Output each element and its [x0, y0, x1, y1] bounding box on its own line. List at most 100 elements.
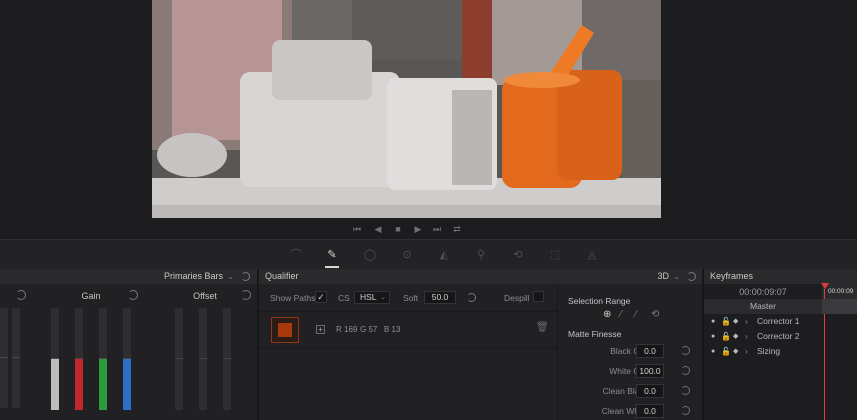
ruler-timecode: 00:00:09: [828, 288, 854, 295]
keyframe-row-corrector-2[interactable]: ● 🔓 ◆ › Corrector 2: [704, 329, 857, 344]
3d-tool-icon[interactable]: ⬚: [543, 240, 567, 270]
add-sample-icon[interactable]: +: [316, 325, 325, 334]
skip-to-start-icon[interactable]: ⏮: [349, 219, 365, 239]
stop-icon[interactable]: ■: [390, 219, 406, 239]
sample-b-value: B 13: [384, 325, 401, 334]
skip-to-end-icon[interactable]: ⏭: [429, 219, 445, 239]
play-reverse-icon[interactable]: ◀: [370, 219, 386, 239]
qualifier-eyedropper-icon[interactable]: ✎: [320, 240, 344, 270]
matte-finesse-label: Matte Finesse: [568, 329, 622, 339]
despill-label: Despill: [504, 293, 530, 303]
loop-icon[interactable]: ⇄: [449, 219, 465, 239]
trash-icon[interactable]: 🗑: [536, 322, 549, 333]
invert-icon[interactable]: ⟲: [651, 309, 659, 320]
lock-icon[interactable]: 🔓: [721, 329, 731, 344]
primaries-mode-label[interactable]: Primaries Bars: [164, 269, 223, 284]
lock-icon[interactable]: 🔓: [721, 344, 731, 359]
show-paths-label: Show Paths: [270, 293, 316, 303]
clean-white-input[interactable]: 0.0: [636, 404, 664, 418]
qualifier-mode[interactable]: 3D: [657, 269, 669, 284]
cs-select[interactable]: HSL ⌄: [354, 291, 390, 304]
qualifier-header: Qualifier 3D ⌄: [259, 269, 702, 284]
expand-chevron-icon[interactable]: ›: [745, 314, 748, 329]
cs-label: CS: [338, 293, 350, 303]
lift-y-bar[interactable]: [0, 308, 8, 408]
keyframe-row-corrector-1[interactable]: ● 🔓 ◆ › Corrector 1: [704, 314, 857, 329]
show-paths-checkbox[interactable]: ✓: [315, 291, 327, 303]
offset-y-bar[interactable]: [175, 308, 183, 410]
lift-reset-icon[interactable]: [16, 290, 26, 300]
qualifier-controls: Show Paths ✓ CS HSL ⌄ Soft 50.0 Despill: [259, 284, 557, 312]
keyframe-diamond-icon[interactable]: ◆: [733, 314, 738, 329]
curves-tool-icon[interactable]: ⌒: [284, 240, 308, 270]
lock-icon[interactable]: 🔓: [721, 314, 731, 329]
playhead-marker[interactable]: [821, 283, 829, 289]
chevron-down-icon[interactable]: ⌄: [673, 269, 680, 284]
sample-g-value: G 57: [360, 325, 378, 334]
gain-title: Gain: [81, 291, 101, 301]
dot-icon: ●: [711, 333, 716, 340]
palette-toolbar: ⌒ ✎ ◯ ⊙ ◭ ⚲ ⟲ ⬚ ◬: [0, 239, 857, 269]
white-clip-reset-icon[interactable]: [681, 366, 690, 375]
window-tool-icon[interactable]: ◯: [358, 240, 382, 270]
chevron-down-icon[interactable]: ⌄: [227, 269, 234, 284]
blur-tool-icon[interactable]: ◭: [432, 240, 456, 270]
sample-r-value: R 169: [336, 325, 358, 334]
corrector-1-label: Corrector 1: [757, 316, 800, 326]
expand-chevron-icon[interactable]: ›: [745, 329, 748, 344]
expand-chevron-icon[interactable]: ›: [745, 344, 748, 359]
black-clip-input[interactable]: 0.0: [636, 344, 664, 358]
chevron-down-icon: ⌄: [380, 294, 386, 301]
sizing-label: Sizing: [757, 346, 781, 356]
keyframe-diamond-icon[interactable]: ◆: [733, 329, 738, 344]
clean-black-input[interactable]: 0.0: [636, 384, 664, 398]
primaries-panel: Primaries Bars ⌄ Gain Offset: [0, 269, 258, 420]
picker-plus-icon[interactable]: ⁄: [635, 309, 637, 320]
soft-input[interactable]: 50.0: [424, 291, 456, 304]
gain-y-bar[interactable]: [51, 308, 59, 410]
clean-black-reset-icon[interactable]: [681, 386, 690, 395]
corrector-2-label: Corrector 2: [757, 331, 800, 341]
white-clip-input[interactable]: 100.0: [636, 364, 664, 378]
soft-label: Soft: [403, 293, 419, 303]
picker-minus-icon[interactable]: ⁄: [620, 309, 622, 320]
sample-swatch-frame[interactable]: [271, 317, 299, 343]
picker-icon[interactable]: ⊕: [603, 309, 611, 320]
keyframes-header: Keyframes: [704, 269, 857, 284]
gain-b-bar[interactable]: [123, 308, 131, 410]
keyframe-diamond-icon[interactable]: ◆: [733, 344, 738, 359]
keyframe-row-sizing[interactable]: ● 🔓 ◆ › Sizing: [704, 344, 857, 359]
black-clip-reset-icon[interactable]: [681, 346, 690, 355]
play-icon[interactable]: ▶: [410, 219, 426, 239]
offset-reset-icon[interactable]: [241, 290, 251, 300]
tracker-tool-icon[interactable]: ⊙: [395, 240, 419, 270]
lift-r-bar[interactable]: [12, 308, 20, 408]
despill-checkbox[interactable]: [533, 291, 544, 302]
reset-all-icon[interactable]: [241, 272, 250, 281]
gain-reset-icon[interactable]: [128, 290, 138, 300]
master-track: [822, 299, 857, 314]
key-tool-icon[interactable]: ⚲: [469, 240, 493, 270]
offset-r-bar[interactable]: [199, 308, 207, 410]
qualifier-title: Qualifier: [265, 271, 299, 281]
footage-frame: [152, 0, 661, 218]
transport-bar: ⏮ ◀ ■ ▶ ⏭ ⇄: [0, 219, 857, 239]
keyframe-row-master[interactable]: Master: [704, 299, 822, 314]
color-sample-row: + R 169 G 57 B 13 🗑: [259, 313, 557, 348]
offset-g-bar[interactable]: [223, 308, 231, 410]
qualifier-reset-icon[interactable]: [687, 272, 696, 281]
stereo-tool-icon[interactable]: ◬: [580, 240, 604, 270]
soft-reset-icon[interactable]: [467, 293, 476, 302]
master-label: Master: [750, 301, 776, 311]
qualifier-options: Selection Range ⊕ ⁄ ⁄ ⟲ Matte Finesse Bl…: [557, 284, 702, 420]
sizing-tool-icon[interactable]: ⟲: [506, 240, 530, 270]
keyframes-timecode: 00:00:09:07: [739, 287, 787, 297]
clean-white-reset-icon[interactable]: [681, 406, 690, 415]
gain-g-bar[interactable]: [99, 308, 107, 410]
gain-r-bar[interactable]: [75, 308, 83, 410]
offset-title: Offset: [193, 291, 217, 301]
keyframes-panel: Keyframes 00:00:09:07 00:00:09 Master ● …: [703, 269, 857, 420]
selection-range-label: Selection Range: [568, 296, 631, 306]
viewer-image[interactable]: [152, 0, 661, 218]
cs-value: HSL: [360, 292, 377, 302]
